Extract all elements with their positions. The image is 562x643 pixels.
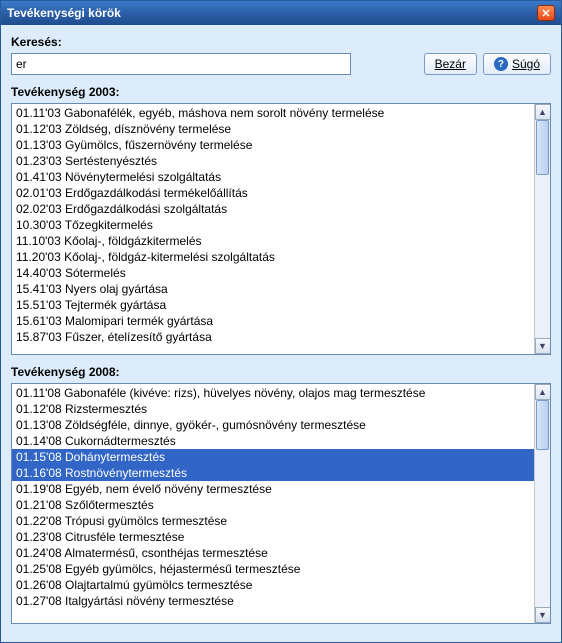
scroll-thumb[interactable] [536,400,549,450]
close-icon: ✕ [541,7,550,20]
scroll-down-button[interactable]: ▼ [535,607,551,623]
close-button[interactable]: Bezár [424,53,477,75]
list-item[interactable]: 10.30'03 Tőzegkitermelés [12,217,534,233]
help-icon: ? [494,57,508,71]
scrollbar-2008[interactable]: ▲ ▼ [534,384,550,623]
list-item[interactable]: 01.14'08 Cukornádtermesztés [12,433,534,449]
list-item[interactable]: 01.13'03 Gyümölcs, fűszernövény termelés… [12,137,534,153]
list-item[interactable]: 01.26'08 Olajtartalmú gyümölcs termeszté… [12,577,534,593]
list-item[interactable]: 01.16'08 Rostnövénytermesztés [12,465,534,481]
listbox-2003[interactable]: 01.11'03 Gabonafélék, egyéb, máshova nem… [11,103,551,355]
scroll-track[interactable] [535,120,550,338]
content-area: Keresés: Bezár ? Súgó Tevékenység 2003: … [1,25,561,642]
dialog-window: Tevékenységi körök ✕ Keresés: Bezár ? Sú… [0,0,562,643]
list-item[interactable]: 01.23'08 Citrusféle termesztése [12,529,534,545]
list-item[interactable]: 01.15'08 Dohánytermesztés [12,449,534,465]
section-2003-label: Tevékenység 2003: [11,85,551,99]
scroll-up-button[interactable]: ▲ [535,384,551,400]
scrollbar-2003[interactable]: ▲ ▼ [534,104,550,354]
list-item[interactable]: 01.19'08 Egyéb, nem évelő növény termesz… [12,481,534,497]
list-item[interactable]: 01.12'03 Zöldség, dísznövény termelése [12,121,534,137]
titlebar: Tevékenységi körök ✕ [1,1,561,25]
button-row: Bezár ? Súgó [424,53,551,75]
list-item[interactable]: 01.11'03 Gabonafélék, egyéb, máshova nem… [12,105,534,121]
list-item[interactable]: 01.23'03 Sertéstenyésztés [12,153,534,169]
list-item[interactable]: 11.10'03 Kőolaj-, földgázkitermelés [12,233,534,249]
search-row: Bezár ? Súgó [11,53,551,75]
list-item[interactable]: 14.40'03 Sótermelés [12,265,534,281]
list-item[interactable]: 01.24'08 Almatermésű, csonthéjas termesz… [12,545,534,561]
list-item[interactable]: 15.41'03 Nyers olaj gyártása [12,281,534,297]
list-item[interactable]: 01.11'08 Gabonaféle (kivéve: rizs), hüve… [12,385,534,401]
list-item[interactable]: 15.61'03 Malomipari termék gyártása [12,313,534,329]
window-title: Tevékenységi körök [7,6,121,20]
search-label: Keresés: [11,35,551,49]
section-2008-label: Tevékenység 2008: [11,365,551,379]
scroll-thumb[interactable] [536,120,549,175]
list-item[interactable]: 15.87'03 Fűszer, ételízesítő gyártása [12,329,534,345]
list-item[interactable]: 11.20'03 Kőolaj-, földgáz-kitermelési sz… [12,249,534,265]
close-button-label: Bezár [435,57,466,71]
scroll-up-button[interactable]: ▲ [535,104,551,120]
help-button-label: Súgó [512,57,540,71]
window-close-button[interactable]: ✕ [537,5,555,21]
list-item[interactable]: 02.01'03 Erdőgazdálkodási termékelőállít… [12,185,534,201]
list-item[interactable]: 02.02'03 Erdőgazdálkodási szolgáltatás [12,201,534,217]
list-item[interactable]: 01.21'08 Szőlőtermesztés [12,497,534,513]
list-item[interactable]: 01.22'08 Trópusi gyümölcs termesztése [12,513,534,529]
help-button[interactable]: ? Súgó [483,53,551,75]
list-item[interactable]: 01.41'03 Növénytermelési szolgáltatás [12,169,534,185]
scroll-down-button[interactable]: ▼ [535,338,551,354]
listbox-2008[interactable]: 01.11'08 Gabonaféle (kivéve: rizs), hüve… [11,383,551,624]
search-input[interactable] [11,53,351,75]
list-item[interactable]: 01.25'08 Egyéb gyümölcs, héjastermésű te… [12,561,534,577]
scroll-track[interactable] [535,400,550,607]
list-item[interactable]: 15.51'03 Tejtermék gyártása [12,297,534,313]
list-item[interactable]: 01.12'08 Rizstermesztés [12,401,534,417]
list-item[interactable]: 01.13'08 Zöldségféle, dinnye, gyökér-, g… [12,417,534,433]
list-item[interactable]: 01.27'08 Italgyártási növény termesztése [12,593,534,609]
